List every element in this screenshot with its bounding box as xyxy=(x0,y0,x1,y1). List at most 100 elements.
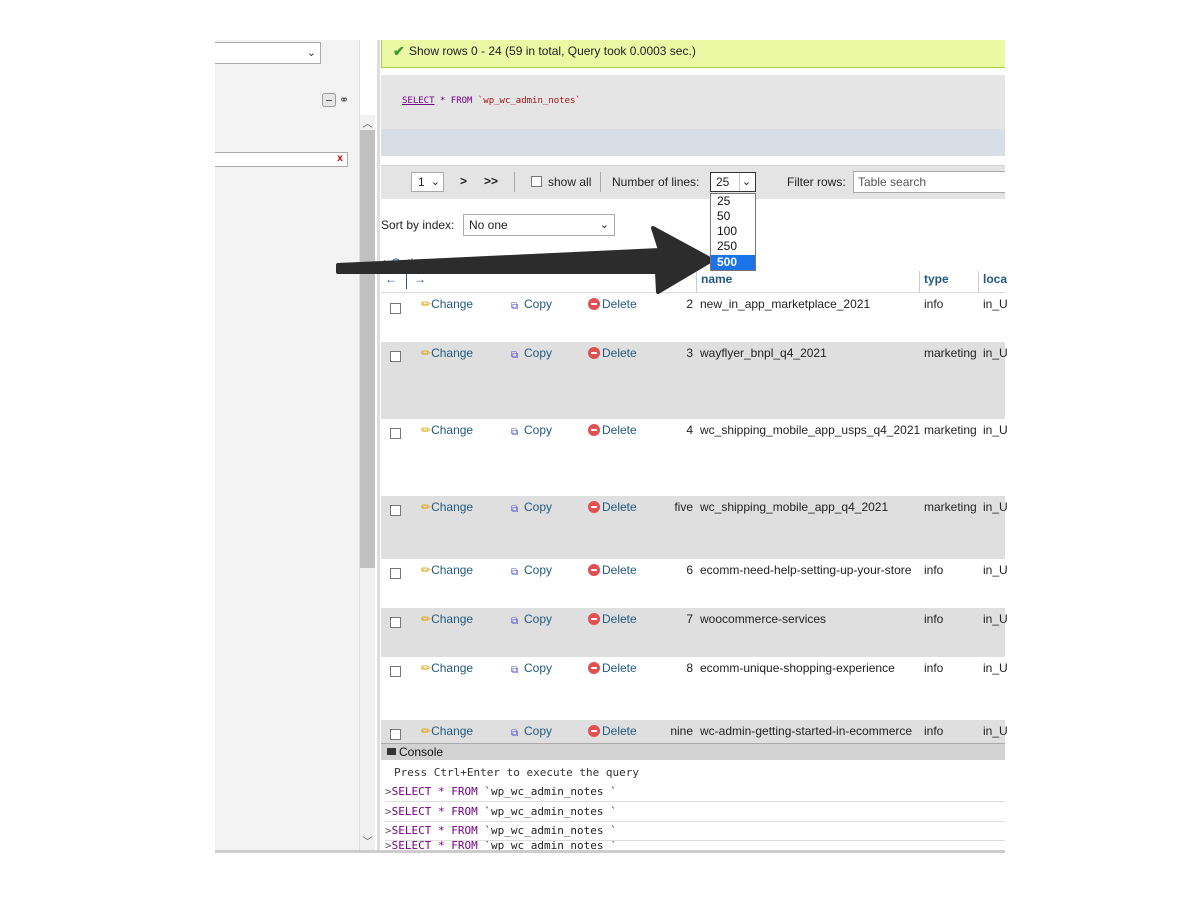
lines-option-selected[interactable]: 500 xyxy=(711,255,755,270)
row-checkbox[interactable] xyxy=(390,351,401,362)
cell-id[interactable]: 6 xyxy=(686,563,693,577)
console-history-line[interactable]: >SELECT * FROM `wp_wc_admin_notes ` xyxy=(385,802,1005,822)
table-row: ✏Change ⧉ Copy Delete five wc_shipping_mo… xyxy=(381,496,1008,559)
console-label[interactable]: Console xyxy=(399,745,443,759)
cell-type[interactable]: marketing xyxy=(924,423,977,437)
show-all-label[interactable]: show all xyxy=(548,175,591,189)
row-checkbox[interactable] xyxy=(390,729,401,740)
lines-option[interactable]: 250 xyxy=(711,239,755,254)
delete-button[interactable]: Delete xyxy=(588,297,637,311)
row-checkbox[interactable] xyxy=(390,505,401,516)
row-checkbox[interactable] xyxy=(390,303,401,314)
cell-locale[interactable]: in_U xyxy=(983,724,1008,738)
number-of-lines-select[interactable]: 25 ⌄ xyxy=(710,172,756,192)
cell-type[interactable]: marketing xyxy=(924,346,977,360)
delete-button[interactable]: Delete xyxy=(588,612,637,626)
lines-option[interactable]: 25 xyxy=(711,194,755,209)
delete-button[interactable]: Delete xyxy=(588,563,637,577)
cell-id[interactable]: nine xyxy=(670,724,693,738)
column-header-locale[interactable]: loca xyxy=(983,272,1007,286)
copy-button[interactable]: ⧉ Copy xyxy=(511,423,552,439)
cell-name[interactable]: ecomm-unique-shopping-experience xyxy=(700,661,895,675)
delete-button[interactable]: Delete xyxy=(588,346,637,360)
change-button[interactable]: ✏Change xyxy=(421,661,473,675)
change-button[interactable]: ✏Change xyxy=(421,563,473,577)
next-page-button[interactable]: > xyxy=(460,174,467,188)
link-icon[interactable]: ⚭ xyxy=(339,93,355,107)
copy-button[interactable]: ⧉ Copy xyxy=(511,346,552,362)
change-button[interactable]: ✏Change xyxy=(421,612,473,626)
change-button[interactable]: ✏Change xyxy=(421,423,473,437)
console-toggle[interactable] xyxy=(381,743,1005,760)
cell-id[interactable]: five xyxy=(674,500,693,514)
column-header-type[interactable]: type xyxy=(924,272,949,286)
lines-option[interactable]: 50 xyxy=(711,209,755,224)
row-checkbox[interactable] xyxy=(390,666,401,677)
console-icon xyxy=(387,748,396,755)
delete-button[interactable]: Delete xyxy=(588,661,637,675)
sql-select-keyword[interactable]: SELECT xyxy=(402,96,435,106)
cell-name[interactable]: wc_shipping_mobile_app_q4_2021 xyxy=(700,500,888,514)
copy-button[interactable]: ⧉ Copy xyxy=(511,297,552,313)
cell-locale[interactable]: in_U xyxy=(983,346,1008,360)
cell-id[interactable]: 2 xyxy=(686,297,693,311)
cell-name[interactable]: ecomm-need-help-setting-up-your-store xyxy=(700,563,911,577)
cell-locale[interactable]: in_U xyxy=(983,423,1008,437)
cell-id[interactable]: 3 xyxy=(686,346,693,360)
cell-type[interactable]: info xyxy=(924,661,943,675)
console-history-line[interactable]: >SELECT * FROM `wp_wc_admin_notes ` xyxy=(385,821,1005,841)
cell-name[interactable]: woocommerce-services xyxy=(700,612,826,626)
delete-button[interactable]: Delete xyxy=(588,724,637,738)
copy-button[interactable]: ⧉ Copy xyxy=(511,500,552,516)
cell-locale[interactable]: in_U xyxy=(983,612,1008,626)
clear-filter-icon[interactable]: x xyxy=(334,152,346,166)
cell-type[interactable]: marketing xyxy=(924,500,977,514)
cell-type[interactable]: info xyxy=(924,297,943,311)
cell-name[interactable]: wayflyer_bnpl_q4_2021 xyxy=(700,346,827,360)
change-button[interactable]: ✏Change xyxy=(421,346,473,360)
cell-type[interactable]: info xyxy=(924,724,943,738)
change-button[interactable]: ✏Change xyxy=(421,500,473,514)
cell-id[interactable]: 4 xyxy=(686,423,693,437)
page-select[interactable]: 1 ⌄ xyxy=(411,172,444,192)
delete-button[interactable]: Delete xyxy=(588,500,637,514)
cell-name[interactable]: new_in_app_marketplace_2021 xyxy=(700,297,870,311)
cell-locale[interactable]: in_U xyxy=(983,297,1008,311)
show-all-checkbox[interactable] xyxy=(531,176,542,187)
change-label: Change xyxy=(431,724,474,738)
cell-type[interactable]: info xyxy=(924,612,943,626)
row-checkbox[interactable] xyxy=(390,568,401,579)
console-history-line[interactable]: >SELECT * FROM `wp_wc_admin_notes ` xyxy=(385,782,1005,802)
sql-query-text[interactable]: SELECT * FROM `wp_wc_admin_notes` xyxy=(402,96,581,106)
lines-option[interactable]: 100 xyxy=(711,224,755,239)
cell-id[interactable]: 8 xyxy=(686,661,693,675)
scroll-up-icon[interactable]: ︿ xyxy=(360,115,375,130)
copy-label: Copy xyxy=(524,612,553,626)
delete-button[interactable]: Delete xyxy=(588,423,637,437)
database-select[interactable]: ⌄ xyxy=(215,42,321,64)
copy-button[interactable]: ⧉ Copy xyxy=(511,661,552,677)
cell-locale[interactable]: in_U xyxy=(983,661,1008,675)
cell-id[interactable]: 7 xyxy=(686,612,693,626)
panel-divider[interactable] xyxy=(377,40,380,850)
copy-button[interactable]: ⧉ Copy xyxy=(511,563,552,579)
table-search-input[interactable] xyxy=(853,171,1005,193)
copy-button[interactable]: ⧉ Copy xyxy=(511,612,552,628)
change-button[interactable]: ✏Change xyxy=(421,724,473,738)
collapse-icon[interactable] xyxy=(322,93,336,107)
scroll-down-icon[interactable]: ﹀ xyxy=(360,833,375,848)
table-row: ✏Change ⧉ Copy Delete 4 wc_shipping_mobil… xyxy=(381,419,1008,496)
cell-name[interactable]: wc_shipping_mobile_app_usps_q4_2021 xyxy=(700,423,920,437)
row-checkbox[interactable] xyxy=(390,617,401,628)
row-checkbox[interactable] xyxy=(390,428,401,439)
copy-button[interactable]: ⧉ Copy xyxy=(511,724,552,740)
cell-type[interactable]: info xyxy=(924,563,943,577)
navigation-filter-input[interactable] xyxy=(215,152,348,167)
cell-name[interactable]: wc-admin-getting-started-in-ecommerce xyxy=(700,724,912,738)
console-history-line[interactable]: >SELECT * FROM `wp_wc_admin_notes ` xyxy=(385,841,1005,850)
change-button[interactable]: ✏Change xyxy=(421,297,473,311)
cell-locale[interactable]: in_U xyxy=(983,563,1008,577)
last-page-button[interactable]: >> xyxy=(484,174,498,188)
cell-locale[interactable]: in_U xyxy=(983,500,1008,514)
scrollbar-thumb[interactable] xyxy=(360,130,375,568)
